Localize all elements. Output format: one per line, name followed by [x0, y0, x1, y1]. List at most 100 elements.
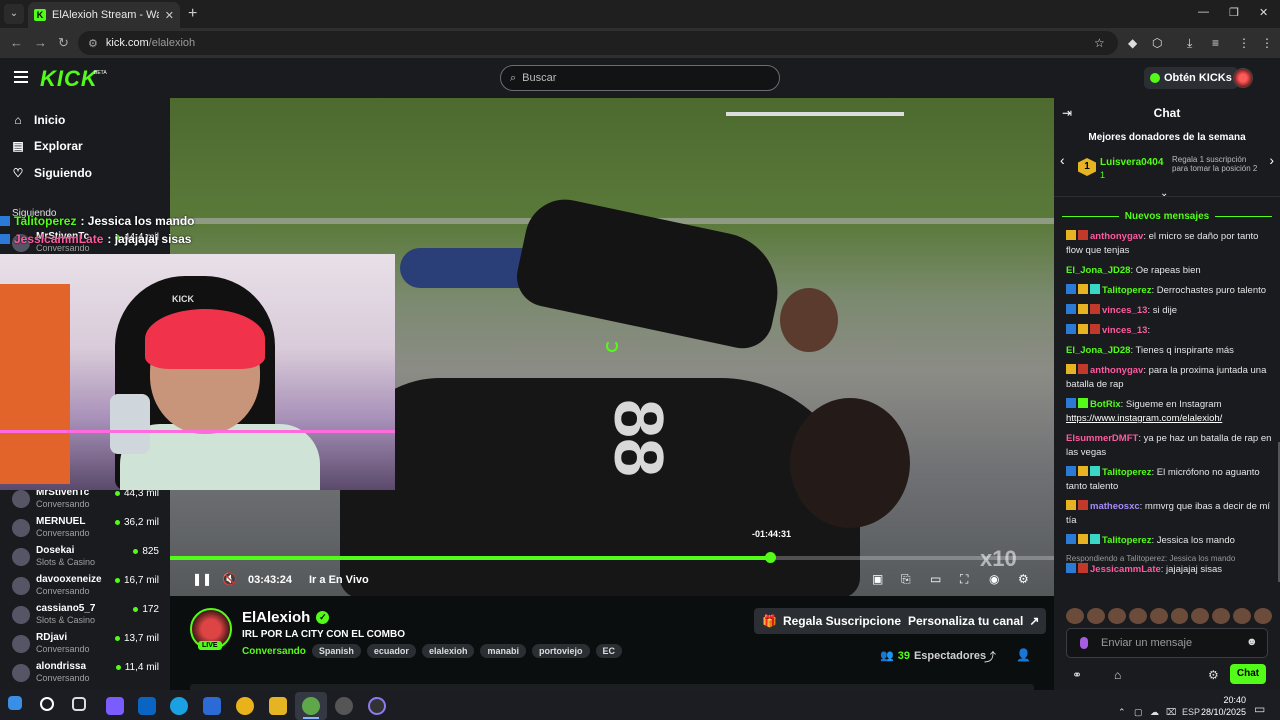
- chat-username[interactable]: JessicammLate: [1090, 564, 1161, 575]
- sidebar-channel[interactable]: alondrissa Conversando 11,4 mil: [8, 660, 163, 686]
- chat-badge-icon[interactable]: [1066, 364, 1076, 374]
- forward-icon[interactable]: →: [34, 35, 47, 50]
- stream-tag[interactable]: Spanish: [311, 644, 361, 658]
- chat-settings-gear-icon[interactable]: ⚙: [1208, 668, 1219, 682]
- send-chat-button[interactable]: Chat: [1230, 664, 1266, 684]
- chat-link[interactable]: https://www.instagram.com/elalexioh/: [1066, 413, 1222, 424]
- playback-speed-icon[interactable]: ◉: [989, 572, 999, 586]
- chat-username[interactable]: El_Jona_JD28: [1066, 345, 1130, 356]
- chat-username[interactable]: Talitoperez: [1102, 467, 1151, 478]
- sidebar-channel[interactable]: MERNUEL Conversando 36,2 mil: [8, 515, 163, 541]
- user-avatar[interactable]: [1233, 68, 1253, 88]
- stream-tag[interactable]: manabi: [480, 644, 526, 658]
- outlook-icon[interactable]: [138, 697, 156, 715]
- menu-icon[interactable]: ⋮: [1261, 36, 1273, 50]
- settings-gear-icon[interactable]: ⚙: [1018, 572, 1029, 586]
- nav-siguiendo[interactable]: ♡ Siguiendo: [12, 163, 92, 183]
- chat-username[interactable]: ElsummerDMFT: [1066, 433, 1138, 444]
- sidebar-channel[interactable]: cassiano5_7 Slots & Casino 172: [8, 602, 163, 628]
- chat-badge-icon[interactable]: [1078, 534, 1088, 544]
- taskbar-clock[interactable]: 20:40 28/10/2025: [1200, 694, 1246, 718]
- site-info-icon[interactable]: ⚙: [88, 37, 98, 50]
- chat-username[interactable]: vinces_13: [1102, 305, 1147, 316]
- emote-icon[interactable]: [1128, 608, 1147, 624]
- chat-badge-icon[interactable]: [1066, 324, 1076, 334]
- tab-close-icon[interactable]: ✕: [165, 9, 174, 22]
- task-view-icon[interactable]: [72, 697, 86, 711]
- tray-cloud-icon[interactable]: ☁: [1150, 707, 1159, 718]
- back-icon[interactable]: ←: [10, 35, 23, 50]
- chat-badge-icon[interactable]: [1090, 304, 1100, 314]
- kicks-icon[interactable]: ⚭: [1072, 668, 1082, 682]
- chat-badge-icon[interactable]: [1090, 534, 1100, 544]
- stream-category[interactable]: Conversando: [242, 646, 306, 657]
- emoji-picker-icon[interactable]: ☻: [1246, 636, 1258, 648]
- follow-user-icon[interactable]: 👤: [1016, 648, 1031, 662]
- emote-icon[interactable]: [1086, 608, 1105, 624]
- stream-tag[interactable]: portoviejo: [531, 644, 590, 658]
- restore-icon[interactable]: ❐: [1229, 6, 1239, 19]
- kick-logo[interactable]: KICK: [40, 66, 98, 92]
- taskbar-search-icon[interactable]: [40, 697, 54, 711]
- mini-player-icon[interactable]: ▣: [872, 572, 883, 586]
- nav-explorar[interactable]: ▤ Explorar: [12, 136, 82, 156]
- chat-badge-icon[interactable]: [1078, 284, 1088, 294]
- chat-badge-icon[interactable]: [1078, 466, 1088, 476]
- store-app-icon[interactable]: [203, 697, 221, 715]
- sidebar-channel[interactable]: Dosekai Slots & Casino 825: [8, 544, 163, 570]
- chat-badge-icon[interactable]: [1066, 398, 1076, 408]
- chevron-down-icon[interactable]: ⌄: [1160, 188, 1168, 199]
- share-icon[interactable]: ⤴: [984, 648, 996, 665]
- get-kicks-button[interactable]: Obtén KICKs: [1144, 67, 1238, 89]
- chat-badge-icon[interactable]: [1078, 304, 1088, 314]
- emote-icon[interactable]: [1066, 608, 1084, 624]
- url-field[interactable]: ⚙ kick.com/elalexioh: [78, 31, 1118, 55]
- chat-badge-icon[interactable]: [1078, 324, 1088, 334]
- chat-message-input[interactable]: Enviar un mensaje: [1066, 628, 1268, 658]
- obs-icon[interactable]: [368, 697, 386, 715]
- chat-badge-icon[interactable]: [1090, 324, 1100, 334]
- emote-icon[interactable]: [1107, 608, 1126, 624]
- copilot-icon[interactable]: [106, 697, 124, 715]
- streamer-name[interactable]: ElAlexioh: [242, 609, 310, 626]
- seek-handle[interactable]: [765, 552, 776, 563]
- app-icon[interactable]: [335, 697, 353, 715]
- emote-icon[interactable]: [1254, 608, 1273, 624]
- chrome-active-icon[interactable]: [302, 697, 320, 715]
- chevron-left-icon[interactable]: ‹: [1060, 152, 1065, 168]
- new-tab-button[interactable]: +: [188, 5, 197, 23]
- chat-badge-icon[interactable]: [1066, 230, 1076, 240]
- theater-mode-icon[interactable]: ▭: [930, 572, 941, 586]
- download-icon[interactable]: ⤓: [1187, 36, 1192, 51]
- chat-username[interactable]: anthonygav: [1090, 231, 1143, 242]
- windows-start-icon[interactable]: [8, 696, 22, 710]
- stream-tag[interactable]: EC: [595, 644, 623, 658]
- chat-badge-icon[interactable]: [1078, 563, 1088, 573]
- chat-identity-icon[interactable]: [1080, 637, 1088, 649]
- sidebar-channel[interactable]: RDjavi Conversando 13,7 mil: [8, 631, 163, 657]
- mute-icon[interactable]: 🔇: [222, 572, 237, 586]
- chat-badge-icon[interactable]: [1078, 500, 1088, 510]
- go-live-button[interactable]: Ir a En Vivo: [309, 574, 369, 586]
- chrome-icon[interactable]: [236, 697, 254, 715]
- language-indicator[interactable]: ESP: [1182, 707, 1200, 717]
- chat-username[interactable]: Talitoperez: [1102, 285, 1151, 296]
- stream-tag[interactable]: ecuador: [366, 644, 416, 658]
- sidebar-channel[interactable]: davooxeneize Conversando 16,7 mil: [8, 573, 163, 599]
- chat-badge-icon[interactable]: [1066, 500, 1076, 510]
- tray-overflow-icon[interactable]: ⌃: [1118, 707, 1126, 718]
- chat-badge-icon[interactable]: [1066, 534, 1076, 544]
- file-explorer-icon[interactable]: [269, 697, 287, 715]
- minimize-icon[interactable]: —: [1198, 6, 1209, 18]
- tray-app-icon[interactable]: ▢: [1134, 707, 1143, 718]
- chat-badge-icon[interactable]: [1066, 466, 1076, 476]
- customize-channel-button[interactable]: Personaliza tu canal ↗: [901, 608, 1047, 634]
- emote-icon[interactable]: [1170, 608, 1189, 624]
- chat-username[interactable]: El_Jona_JD28: [1066, 265, 1130, 276]
- gift-subs-button[interactable]: 🎁 Regala Suscripciones: [754, 608, 916, 634]
- emote-icon[interactable]: [1191, 608, 1210, 624]
- close-window-icon[interactable]: ✕: [1259, 6, 1268, 19]
- chat-username[interactable]: Talitoperez: [1102, 535, 1151, 546]
- clip-icon[interactable]: ⎘: [901, 572, 911, 587]
- pause-icon[interactable]: ❚❚: [192, 572, 212, 586]
